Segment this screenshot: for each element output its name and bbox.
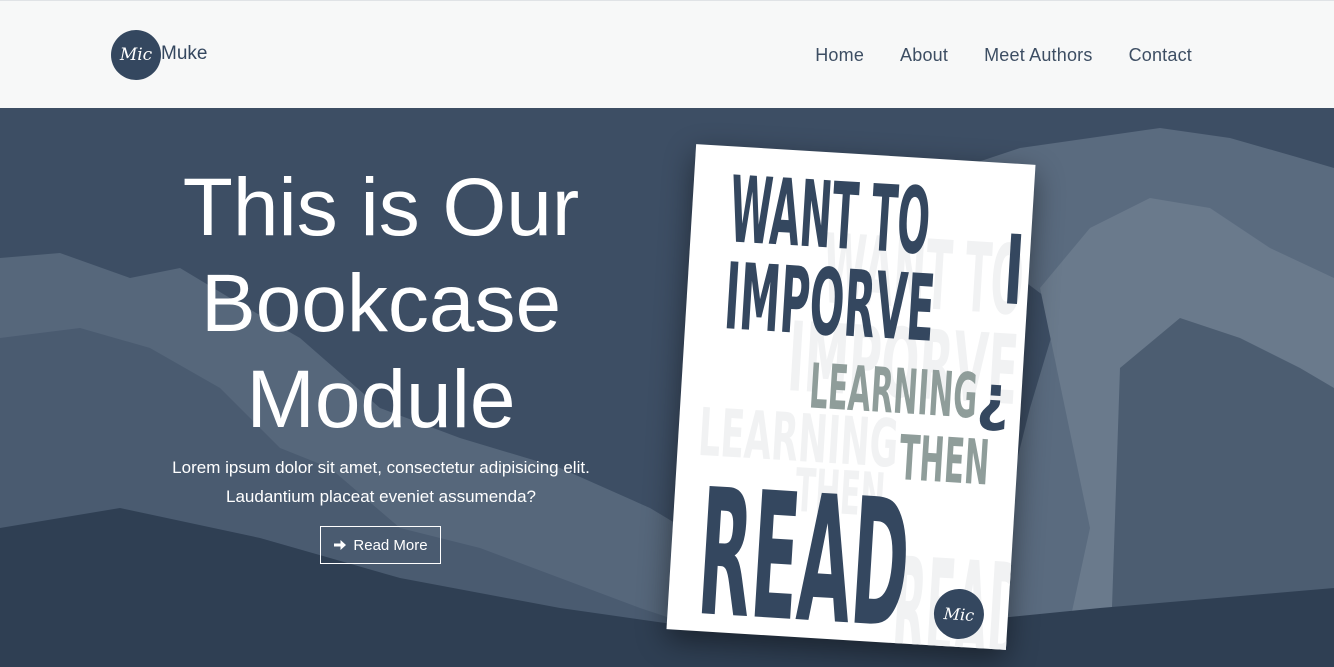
hero-description: Lorem ipsum dolor sit amet, consectetur …: [120, 453, 642, 511]
read-more-label: Read More: [353, 536, 428, 554]
hero-description-line: Lorem ipsum dolor sit amet, consectetur …: [172, 458, 590, 477]
navbar: Mic Muke Home About Meet Authors Contact: [0, 0, 1334, 108]
brand-logo: Mic: [111, 30, 161, 80]
nav-link-meet-authors[interactable]: Meet Authors: [984, 45, 1092, 66]
book-cover-artwork: WANT TO IMPORVE LEARNING THEN READ WANT …: [693, 156, 1028, 650]
nav-link-about[interactable]: About: [900, 45, 948, 66]
hero-title-line: This is Our: [182, 162, 580, 253]
nav-link-home[interactable]: Home: [815, 45, 864, 66]
brand-link[interactable]: Mic Muke: [111, 30, 207, 80]
brand-name: Muke: [161, 43, 208, 64]
arrow-right-icon: [334, 540, 347, 550]
hero-title: This is Our Bookcase Module: [120, 160, 642, 448]
nav-link-contact[interactable]: Contact: [1129, 45, 1192, 66]
hero-title-line: Bookcase: [200, 258, 562, 349]
book-cover: WANT TO IMPORVE LEARNING THEN READ WANT …: [666, 144, 1036, 650]
hero-section: This is Our Bookcase Module Lorem ipsum …: [0, 108, 1334, 667]
main-nav: Home About Meet Authors Contact: [815, 45, 1192, 66]
book-question-mark: ¿: [975, 360, 1012, 435]
hero-title-line: Module: [246, 354, 516, 445]
read-more-button[interactable]: Read More: [320, 526, 441, 564]
book-title-line2: IMPORVE: [722, 243, 938, 363]
book-title-line5: READ: [693, 452, 915, 650]
hero-description-line: Laudantium placeat eveniet assumenda?: [226, 487, 536, 506]
book-title-line3: LEARNING: [807, 350, 979, 433]
